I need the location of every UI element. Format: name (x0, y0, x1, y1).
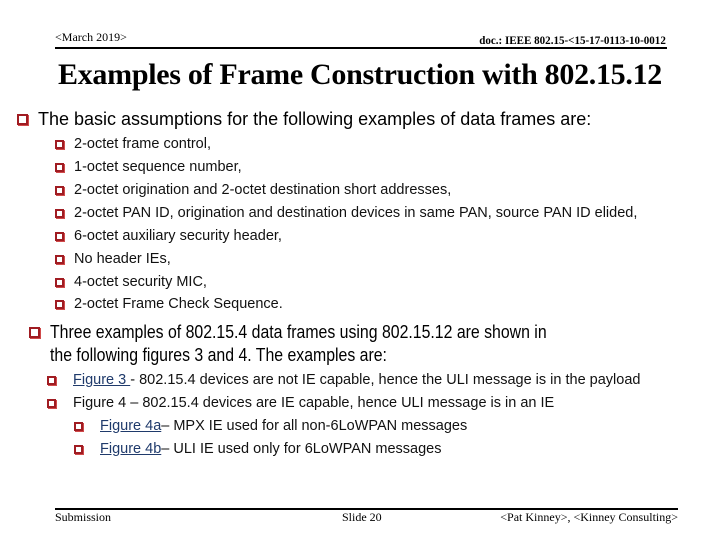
section2-heading-line2: the following figures 3 and 4. The examp… (50, 345, 387, 365)
slide-title: Examples of Frame Construction with 802.… (58, 58, 662, 91)
square-bullet-icon (55, 186, 64, 195)
section1-heading: The basic assumptions for the following … (38, 109, 592, 129)
header-date: <March 2019> (55, 30, 127, 44)
square-bullet-icon (29, 327, 40, 338)
list-item-text: 2-octet frame control, (74, 136, 211, 152)
list-item-text: 1-octet sequence number, (74, 159, 242, 175)
square-bullet-icon (74, 445, 83, 454)
list-item-text: 2-octet origination and 2-octet destinat… (74, 182, 452, 198)
list-item-text: No header IEs, (74, 251, 171, 267)
square-bullet-icon (55, 300, 64, 309)
figure-3-link[interactable]: Figure 3 (73, 372, 130, 388)
square-bullet-icon (17, 114, 28, 125)
square-bullet-icon (47, 376, 56, 385)
list-item-text: - 802.15.4 devices are not IE capable, h… (130, 372, 641, 388)
header-divider (55, 47, 667, 49)
square-bullet-icon (55, 232, 64, 241)
list-item-text: 4-octet security MIC, (74, 274, 207, 290)
figure-4a-link[interactable]: Figure 4a (100, 418, 161, 434)
list-item-text: Figure 4 – 802.15.4 devices are IE capab… (73, 395, 555, 411)
list-item-text: 6-octet auxiliary security header, (74, 228, 282, 244)
list-item-text: 2-octet Frame Check Sequence. (74, 296, 283, 312)
square-bullet-icon (47, 399, 56, 408)
square-bullet-icon (74, 422, 83, 431)
list-item-text: – MPX IE used for all non-6LoWPAN messag… (161, 418, 468, 434)
square-bullet-icon (55, 140, 64, 149)
square-bullet-icon (55, 163, 64, 172)
square-bullet-icon (55, 255, 64, 264)
square-bullet-icon (55, 278, 64, 287)
figure-4b-link[interactable]: Figure 4b (100, 441, 161, 457)
footer-slide-number: Slide 20 (342, 510, 382, 524)
list-item-text: – ULI IE used only for 6LoWPAN messages (161, 441, 442, 457)
section2-heading-line1: Three examples of 802.15.4 data frames u… (50, 322, 547, 342)
footer-author: <Pat Kinney>, <Kinney Consulting> (500, 510, 678, 524)
header-doc-id: doc.: IEEE 802.15-<15-17-0113-10-0012 (479, 33, 666, 47)
footer-submission: Submission (55, 510, 112, 524)
list-item-text: 2-octet PAN ID, origination and destinat… (74, 205, 638, 221)
square-bullet-icon (55, 209, 64, 218)
